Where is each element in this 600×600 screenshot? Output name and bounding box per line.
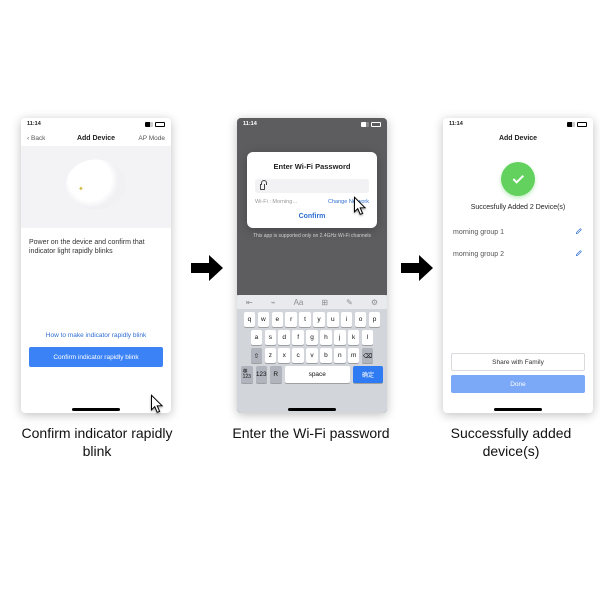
key-r[interactable]: r xyxy=(285,312,297,327)
edit-icon[interactable] xyxy=(575,227,583,237)
status-icons xyxy=(145,122,165,127)
key-确定[interactable]: 确定 xyxy=(353,366,383,383)
caption-step2: Enter the Wi-Fi password xyxy=(226,425,396,443)
keyboard-toolbar: ⇤⌁Aa⊞✎⚙ xyxy=(237,295,387,309)
wifi-hint: This app is supported only on 2.4GHz Wi-… xyxy=(249,233,375,239)
instruction-text: Power on the device and confirm that ind… xyxy=(21,228,171,260)
confirm-blink-button[interactable]: Confirm indicator rapidly blink xyxy=(29,347,163,367)
keyboard: ⇤⌁Aa⊞✎⚙ qwertyuiop asdfghjkl ⇧zxcvbnm⌫ 英… xyxy=(237,295,387,413)
nav-bar: ‹ Back Add Device AP Mode xyxy=(21,130,171,146)
key-fn[interactable]: 英123 xyxy=(241,366,253,383)
key-v[interactable]: v xyxy=(306,348,318,363)
phone-wifi-password: 11:14 Enter Wi-Fi Password Wi-Fi : Morni… xyxy=(237,118,387,413)
key-u[interactable]: u xyxy=(327,312,339,327)
lock-icon xyxy=(260,184,265,190)
caption-step1: Confirm indicator rapidly blink xyxy=(12,425,182,460)
key-k[interactable]: k xyxy=(348,330,360,345)
key-y[interactable]: y xyxy=(313,312,325,327)
key-x[interactable]: x xyxy=(278,348,290,363)
key-h[interactable]: h xyxy=(320,330,332,345)
cursor-icon xyxy=(145,392,171,418)
device-row: morning group 2 xyxy=(443,243,593,265)
key-a[interactable]: a xyxy=(251,330,263,345)
device-name: morning group 2 xyxy=(453,251,504,258)
device-name: morning group 1 xyxy=(453,229,504,236)
device-animation: ✦ xyxy=(21,146,171,228)
status-time: 11:14 xyxy=(243,121,257,127)
status-icons xyxy=(567,122,587,127)
back-label: Back xyxy=(31,135,45,142)
key-g[interactable]: g xyxy=(306,330,318,345)
arrow-icon xyxy=(399,250,435,286)
key-q[interactable]: q xyxy=(244,312,256,327)
status-bar: 11:14 xyxy=(21,118,171,130)
success-check-icon xyxy=(501,162,535,196)
keyboard-row2: asdfghjkl xyxy=(240,330,384,345)
key-f[interactable]: f xyxy=(292,330,304,345)
done-button[interactable]: Done xyxy=(451,375,585,393)
key-b[interactable]: b xyxy=(320,348,332,363)
nav-bar: Add Device xyxy=(443,130,593,146)
key-p[interactable]: p xyxy=(369,312,381,327)
key-w[interactable]: w xyxy=(258,312,270,327)
key-m[interactable]: m xyxy=(348,348,360,363)
key-R[interactable]: R xyxy=(270,366,282,383)
cursor-icon xyxy=(348,194,374,220)
key-⇧[interactable]: ⇧ xyxy=(251,348,263,363)
keyboard-row1: qwertyuiop xyxy=(240,312,384,327)
success-message: Succesfully Added 2 Device(s) xyxy=(443,204,593,211)
key-s[interactable]: s xyxy=(265,330,277,345)
key-space[interactable]: space xyxy=(285,366,351,383)
back-button[interactable]: ‹ Back xyxy=(27,135,45,142)
page-title: Add Device xyxy=(443,135,593,142)
key-o[interactable]: o xyxy=(355,312,367,327)
key-i[interactable]: i xyxy=(341,312,353,327)
signal-icon xyxy=(145,122,153,127)
password-input[interactable] xyxy=(255,179,369,193)
key-z[interactable]: z xyxy=(265,348,277,363)
ap-mode-link[interactable]: AP Mode xyxy=(138,135,165,142)
help-link[interactable]: How to make indicator rapidly blink xyxy=(21,332,171,339)
key-l[interactable]: l xyxy=(362,330,374,345)
home-indicator xyxy=(72,408,120,411)
phone-confirm-indicator: 11:14 ‹ Back Add Device AP Mode ✦ Power … xyxy=(21,118,171,413)
status-time: 11:14 xyxy=(27,121,41,127)
key-d[interactable]: d xyxy=(278,330,290,345)
arrow-icon xyxy=(189,250,225,286)
battery-icon xyxy=(155,122,165,127)
home-indicator xyxy=(288,408,336,411)
blink-icon: ✦ xyxy=(78,185,84,193)
key-j[interactable]: j xyxy=(334,330,346,345)
key-⌫[interactable]: ⌫ xyxy=(362,348,374,363)
keyboard-row3: ⇧zxcvbnm⌫ xyxy=(240,348,384,363)
network-name: Wi-Fi : Morning… xyxy=(255,199,328,205)
keyboard-row4: 英123123Rspace确定 xyxy=(240,366,384,383)
phone-success: 11:14 Add Device Succesfully Added 2 Dev… xyxy=(443,118,593,413)
device-row: morning group 1 xyxy=(443,221,593,243)
status-bar: 11:14 xyxy=(443,118,593,130)
key-e[interactable]: e xyxy=(272,312,284,327)
caption-step3: Successfully added device(s) xyxy=(426,425,596,460)
key-123[interactable]: 123 xyxy=(256,366,268,383)
key-t[interactable]: t xyxy=(299,312,311,327)
edit-icon[interactable] xyxy=(575,249,583,259)
status-icons xyxy=(361,122,381,127)
modal-title: Enter Wi-Fi Password xyxy=(255,162,369,171)
status-bar: 11:14 xyxy=(237,118,387,130)
share-button[interactable]: Share with Family xyxy=(451,353,585,371)
key-c[interactable]: c xyxy=(292,348,304,363)
status-time: 11:14 xyxy=(449,121,463,127)
home-indicator xyxy=(494,408,542,411)
key-n[interactable]: n xyxy=(334,348,346,363)
